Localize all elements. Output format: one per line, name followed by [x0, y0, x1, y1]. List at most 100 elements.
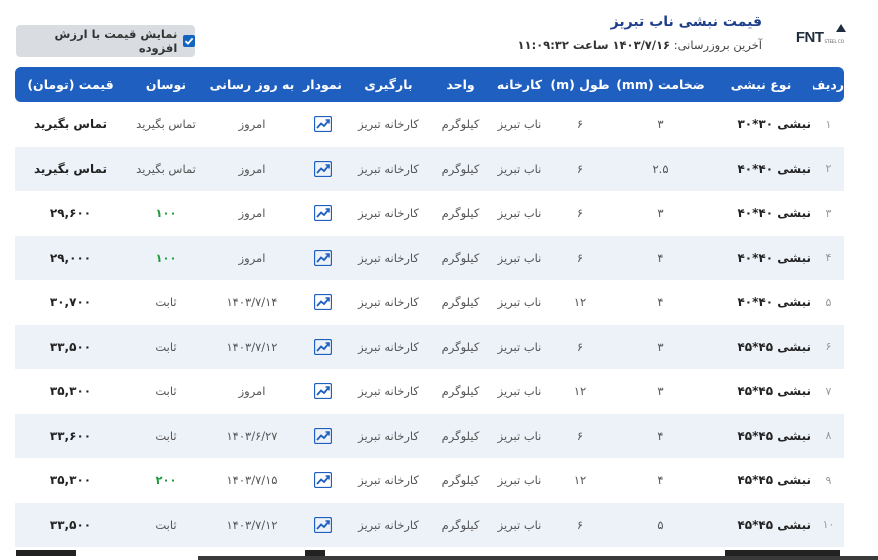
update-date: امروز: [238, 117, 266, 132]
page-header: FNT STEEL CO قیمت نبشی ناب تبریز آخرین ب…: [0, 0, 878, 70]
price: ۳۵,۳۰۰: [49, 384, 92, 399]
angle-type: نبشی ۴۰*۴۰: [737, 250, 811, 265]
chart-button[interactable]: [298, 236, 347, 281]
loading-place: کارخانه تبریز: [358, 473, 419, 488]
factory: ناب تبریز: [497, 339, 542, 354]
unit: کیلوگرم: [441, 206, 480, 221]
price: ۳۵,۳۰۰: [49, 473, 92, 488]
chart-button[interactable]: [298, 458, 347, 503]
thickness: ۳: [657, 206, 664, 221]
angle-type: نبشی ۴۰*۴۰: [737, 295, 811, 310]
price-table-container: ردیف نوع نبشی ضخامت (mm) طول (m) کارخانه…: [15, 67, 844, 547]
last-updated-label: آخرین بروزرسانی:: [673, 38, 762, 52]
unit: کیلوگرم: [441, 117, 480, 132]
price: تماس بگیرید: [33, 161, 108, 176]
chart-icon: [313, 160, 332, 177]
header-factory: کارخانه: [496, 77, 543, 92]
header-type: نوع نبشی: [730, 77, 792, 92]
update-date: ۱۴۰۳/۷/۱۵: [226, 473, 278, 488]
row-index: ۴: [825, 251, 832, 265]
price: ۳۰,۷۰۰: [49, 295, 92, 310]
row-index: ۶: [825, 340, 832, 354]
row-index: ۱: [825, 117, 832, 131]
header-price: قیمت (تومان): [27, 77, 114, 92]
thickness: ۴: [657, 428, 664, 443]
price: ۲۹,۶۰۰: [49, 206, 92, 221]
thickness: ۳: [657, 384, 664, 399]
table-row: ۲ نبشی ۴۰*۴۰ ۲.۵ ۶ ناب تبریز کیلوگرم کارخانه ت…: [15, 146, 844, 192]
chart-button[interactable]: [298, 147, 347, 192]
price-change: ثابت: [155, 428, 177, 443]
loading-place: کارخانه تبریز: [358, 117, 419, 132]
factory: ناب تبریز: [497, 161, 542, 176]
logo-text: FNT: [795, 28, 824, 46]
price: ۳۳,۵۰۰: [49, 517, 92, 532]
length: ۶: [576, 517, 584, 532]
length: ۶: [576, 206, 584, 221]
angle-type: نبشی ۴۵*۴۵: [737, 339, 811, 354]
chart-button[interactable]: [298, 102, 347, 147]
vat-price-toggle[interactable]: نمایش قیمت با ارزش افزوده: [16, 25, 195, 57]
logo-subtext: STEEL CO: [824, 39, 844, 44]
loading-place: کارخانه تبریز: [358, 339, 419, 354]
chart-button[interactable]: [298, 191, 347, 236]
factory: ناب تبریز: [497, 428, 542, 443]
angle-type: نبشی ۴۵*۴۵: [737, 428, 811, 443]
update-date: ۱۴۰۳/۶/۲۷: [226, 428, 278, 443]
factory: ناب تبریز: [497, 250, 542, 265]
unit: کیلوگرم: [441, 428, 480, 443]
row-index: ۸: [825, 429, 832, 443]
unit: کیلوگرم: [441, 473, 480, 488]
chart-button[interactable]: [298, 414, 347, 459]
vat-checkbox[interactable]: [183, 35, 195, 47]
thickness: ۴: [657, 250, 664, 265]
thickness: ۴: [657, 295, 664, 310]
length: ۶: [576, 117, 584, 132]
header-length: طول (m): [550, 77, 610, 92]
thickness: ۳: [657, 339, 664, 354]
update-date: امروز: [238, 206, 266, 221]
factory: ناب تبریز: [497, 295, 542, 310]
chart-button[interactable]: [298, 325, 347, 370]
last-updated: آخرین بروزرسانی: ۱۴۰۳/۷/۱۶ ساعت ۱۱:۰۹:۳۲: [518, 38, 762, 52]
chart-button[interactable]: [298, 280, 347, 325]
factory: ناب تبریز: [497, 117, 542, 132]
length: ۱۲: [573, 295, 587, 310]
thickness: ۳: [657, 117, 664, 132]
factory: ناب تبریز: [497, 473, 542, 488]
unit: کیلوگرم: [441, 517, 480, 532]
thickness: ۵: [657, 517, 664, 532]
last-updated-value: ۱۴۰۳/۷/۱۶ ساعت ۱۱:۰۹:۳۲: [517, 38, 671, 52]
header-unit: واحد: [446, 77, 475, 92]
loading-place: کارخانه تبریز: [358, 428, 419, 443]
row-index: ۷: [825, 384, 832, 398]
thickness: ۴: [657, 473, 664, 488]
row-index: ۵: [825, 295, 832, 309]
factory: ناب تبریز: [497, 206, 542, 221]
price-change: ثابت: [155, 339, 177, 354]
price-change: ۱۰۰: [155, 206, 177, 221]
loading-place: کارخانه تبریز: [358, 161, 419, 176]
chart-icon: [313, 338, 332, 355]
chart-button[interactable]: [298, 369, 347, 414]
update-date: ۱۴۰۳/۷/۱۲: [226, 339, 278, 354]
vat-toggle-label: نمایش قیمت با ارزش افزوده: [54, 27, 178, 55]
bottom-scrollbar[interactable]: [198, 556, 878, 560]
price: تماس بگیرید: [33, 117, 108, 132]
angle-type: نبشی ۴۰*۴۰: [737, 161, 811, 176]
table-row: ۱۰ نبشی ۴۵*۴۵ ۵ ۶ ناب تبریز کیلوگرم کارخانه تب…: [15, 502, 844, 548]
chart-button[interactable]: [298, 503, 347, 548]
table-row: ۷ نبشی ۴۵*۴۵ ۳ ۱۲ ناب تبریز کیلوگرم کارخانه تب…: [15, 369, 844, 414]
loading-place: کارخانه تبریز: [358, 250, 419, 265]
length: ۶: [576, 250, 584, 265]
cutoff-row-fragment: [16, 550, 76, 556]
table-row: ۶ نبشی ۴۵*۴۵ ۳ ۶ ناب تبریز کیلوگرم کارخانه تبر…: [15, 324, 844, 370]
brand-logo[interactable]: FNT STEEL CO: [795, 24, 846, 48]
angle-type: نبشی ۴۵*۴۵: [737, 384, 811, 399]
table-row: ۱ نبشی ۳۰*۳۰ ۳ ۶ ناب تبریز کیلوگرم کارخانه تبر…: [15, 102, 844, 147]
update-date: ۱۴۰۳/۷/۱۴: [226, 295, 278, 310]
table-row: ۴ نبشی ۴۰*۴۰ ۴ ۶ ناب تبریز کیلوگرم کارخانه تبر…: [15, 235, 844, 281]
chart-icon: [313, 383, 332, 400]
chart-icon: [313, 205, 332, 222]
title-block: قیمت نبشی ناب تبریز آخرین بروزرسانی: ۱۴۰…: [518, 14, 762, 52]
